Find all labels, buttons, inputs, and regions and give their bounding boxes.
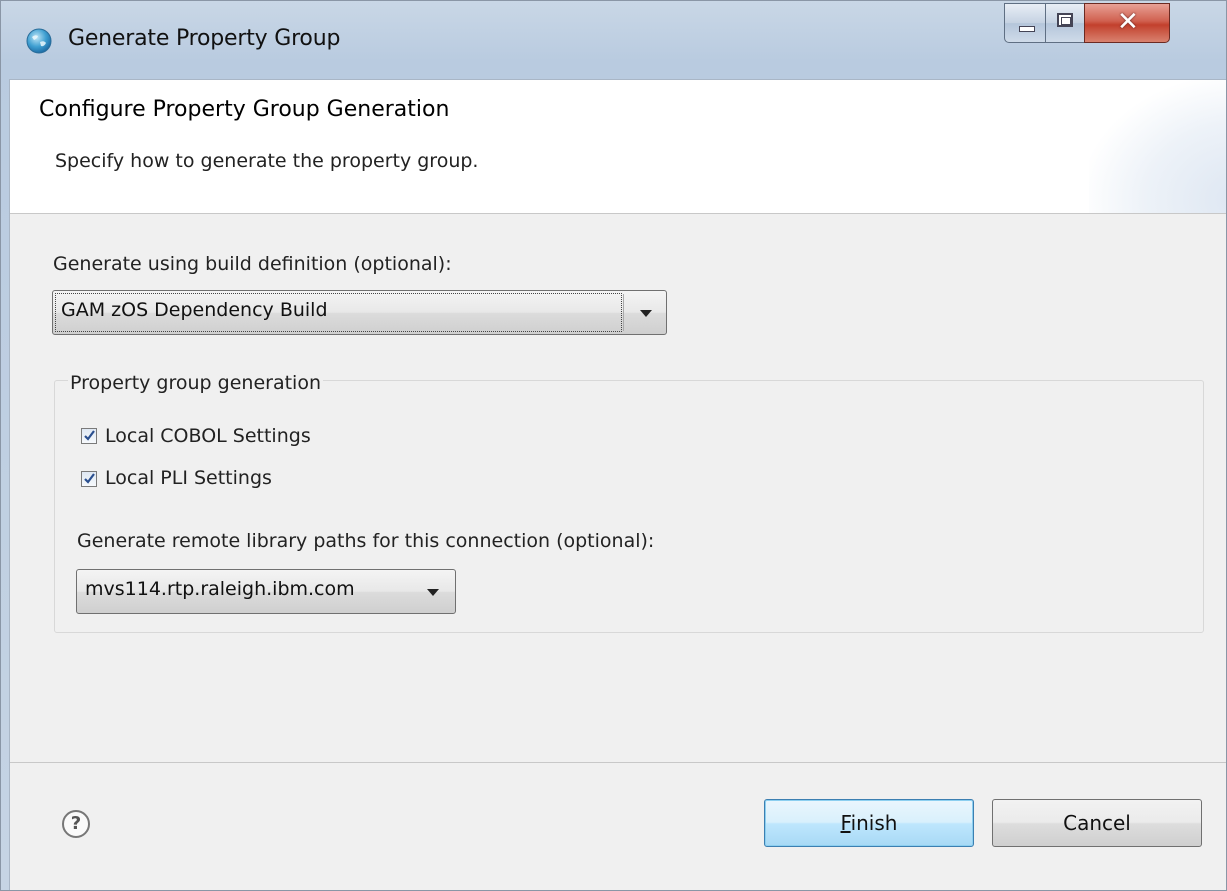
local-pli-checkbox[interactable] (81, 471, 97, 487)
maximize-icon (1057, 13, 1073, 27)
dialog-client-area: Configure Property Group Generation Spec… (9, 79, 1226, 890)
chevron-down-icon (640, 310, 652, 317)
close-button[interactable]: ✕ (1084, 3, 1170, 43)
chevron-down-icon (427, 589, 439, 596)
close-icon: ✕ (1117, 7, 1139, 37)
checkmark-icon (84, 473, 95, 484)
cancel-button[interactable]: Cancel (992, 799, 1202, 847)
maximize-button[interactable] (1045, 3, 1085, 43)
connection-value: mvs114.rtp.raleigh.ibm.com (85, 578, 355, 600)
group-legend: Property group generation (68, 372, 323, 394)
build-definition-combo[interactable]: GAM zOS Dependency Build (52, 290, 667, 335)
local-pli-label[interactable]: Local PLI Settings (105, 467, 272, 489)
local-cobol-checkbox[interactable] (81, 428, 97, 444)
help-icon: ? (70, 813, 82, 834)
window-title: Generate Property Group (68, 26, 341, 51)
build-definition-label: Generate using build definition (optiona… (53, 253, 452, 275)
remote-library-paths-label: Generate remote library paths for this c… (77, 530, 655, 552)
header-banner-graphic (1089, 80, 1226, 213)
help-button[interactable]: ? (62, 810, 90, 838)
dialog-window: Generate Property Group ✕ Configure Prop… (0, 0, 1227, 891)
footer-divider (10, 762, 1226, 763)
build-definition-value: GAM zOS Dependency Build (61, 299, 328, 321)
checkmark-icon (84, 430, 95, 441)
minimize-icon (1019, 26, 1035, 32)
page-title: Configure Property Group Generation (39, 97, 450, 122)
finish-button[interactable]: Finish (764, 799, 974, 847)
combo-separator (623, 294, 624, 331)
local-cobol-label[interactable]: Local COBOL Settings (105, 425, 311, 447)
connection-combo[interactable]: mvs114.rtp.raleigh.ibm.com (76, 569, 456, 614)
wizard-header: Configure Property Group Generation Spec… (10, 80, 1226, 214)
finish-mnemonic: F (840, 811, 851, 835)
title-bar[interactable]: Generate Property Group ✕ (1, 1, 1226, 79)
globe-icon (26, 28, 52, 54)
page-description: Specify how to generate the property gro… (55, 150, 479, 172)
minimize-button[interactable] (1004, 3, 1046, 43)
finish-label: inish (850, 811, 898, 835)
